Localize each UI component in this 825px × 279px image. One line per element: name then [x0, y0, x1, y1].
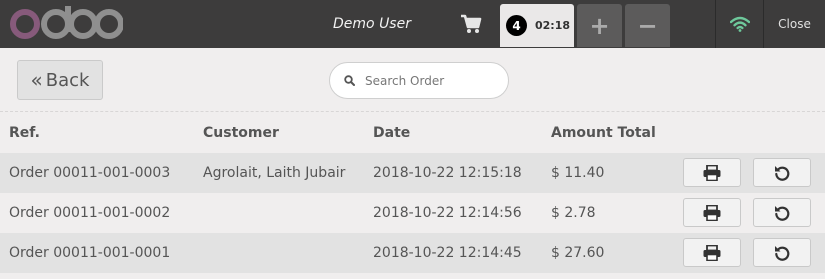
- reload-order-button[interactable]: [753, 238, 811, 267]
- print-receipt-button[interactable]: [683, 158, 741, 187]
- column-header-date: Date: [373, 125, 411, 141]
- search-box[interactable]: [329, 62, 509, 99]
- user-name[interactable]: Demo User: [320, 0, 424, 48]
- order-amount: $ 27.60: [551, 245, 605, 261]
- order-ref: Order 00011-001-0001: [9, 245, 171, 261]
- order-time: 02:18: [535, 19, 571, 32]
- search-icon: [344, 75, 355, 86]
- order-count-badge: 4: [506, 15, 527, 36]
- print-receipt-button[interactable]: [683, 198, 741, 227]
- print-receipt-button[interactable]: [683, 238, 741, 267]
- undo-icon: [775, 245, 790, 261]
- back-button[interactable]: « Back: [17, 60, 103, 100]
- order-date: 2018-10-22 12:15:18: [373, 165, 522, 181]
- double-chevron-left-icon: «: [30, 68, 43, 92]
- search-order-input[interactable]: [365, 73, 495, 88]
- print-icon: [703, 164, 721, 181]
- odoo-logo: [10, 6, 123, 39]
- cart-button[interactable]: [449, 4, 493, 44]
- order-amount: $ 2.78: [551, 205, 596, 221]
- table-header: Ref. Customer Date Amount Total: [0, 113, 825, 153]
- order-ref: Order 00011-001-0003: [9, 165, 171, 181]
- wifi-icon: [729, 16, 750, 32]
- shopping-cart-icon: [461, 14, 482, 33]
- column-header-customer: Customer: [203, 125, 279, 141]
- order-tab[interactable]: 4 02:18: [500, 4, 574, 47]
- print-icon: [703, 204, 721, 221]
- undo-icon: [775, 165, 790, 181]
- undo-icon: [775, 205, 790, 221]
- connection-status-button[interactable]: [715, 0, 763, 48]
- order-amount: $ 11.40: [551, 165, 605, 181]
- add-order-button[interactable]: +: [577, 4, 622, 47]
- back-button-label: Back: [45, 69, 90, 91]
- table-row[interactable]: Order 00011-001-0001 2018-10-22 12:14:45…: [0, 233, 825, 273]
- table-row[interactable]: Order 00011-001-0003 Agrolait, Laith Jub…: [0, 153, 825, 193]
- orders-table: Ref. Customer Date Amount Total Order 00…: [0, 113, 825, 273]
- print-icon: [703, 244, 721, 261]
- order-date: 2018-10-22 12:14:45: [373, 245, 522, 261]
- column-header-amount-total: Amount Total: [551, 125, 656, 141]
- control-bar: « Back: [0, 48, 825, 112]
- reload-order-button[interactable]: [753, 198, 811, 227]
- order-date: 2018-10-22 12:14:56: [373, 205, 522, 221]
- column-header-ref: Ref.: [9, 125, 40, 141]
- remove-order-button[interactable]: −: [625, 4, 670, 47]
- table-row[interactable]: Order 00011-001-0002 2018-10-22 12:14:56…: [0, 193, 825, 233]
- order-ref: Order 00011-001-0002: [9, 205, 171, 221]
- top-bar: Demo User 4 02:18 + − Close: [0, 0, 825, 48]
- close-button[interactable]: Close: [763, 0, 825, 48]
- reload-order-button[interactable]: [753, 158, 811, 187]
- order-customer: Agrolait, Laith Jubair: [203, 165, 346, 181]
